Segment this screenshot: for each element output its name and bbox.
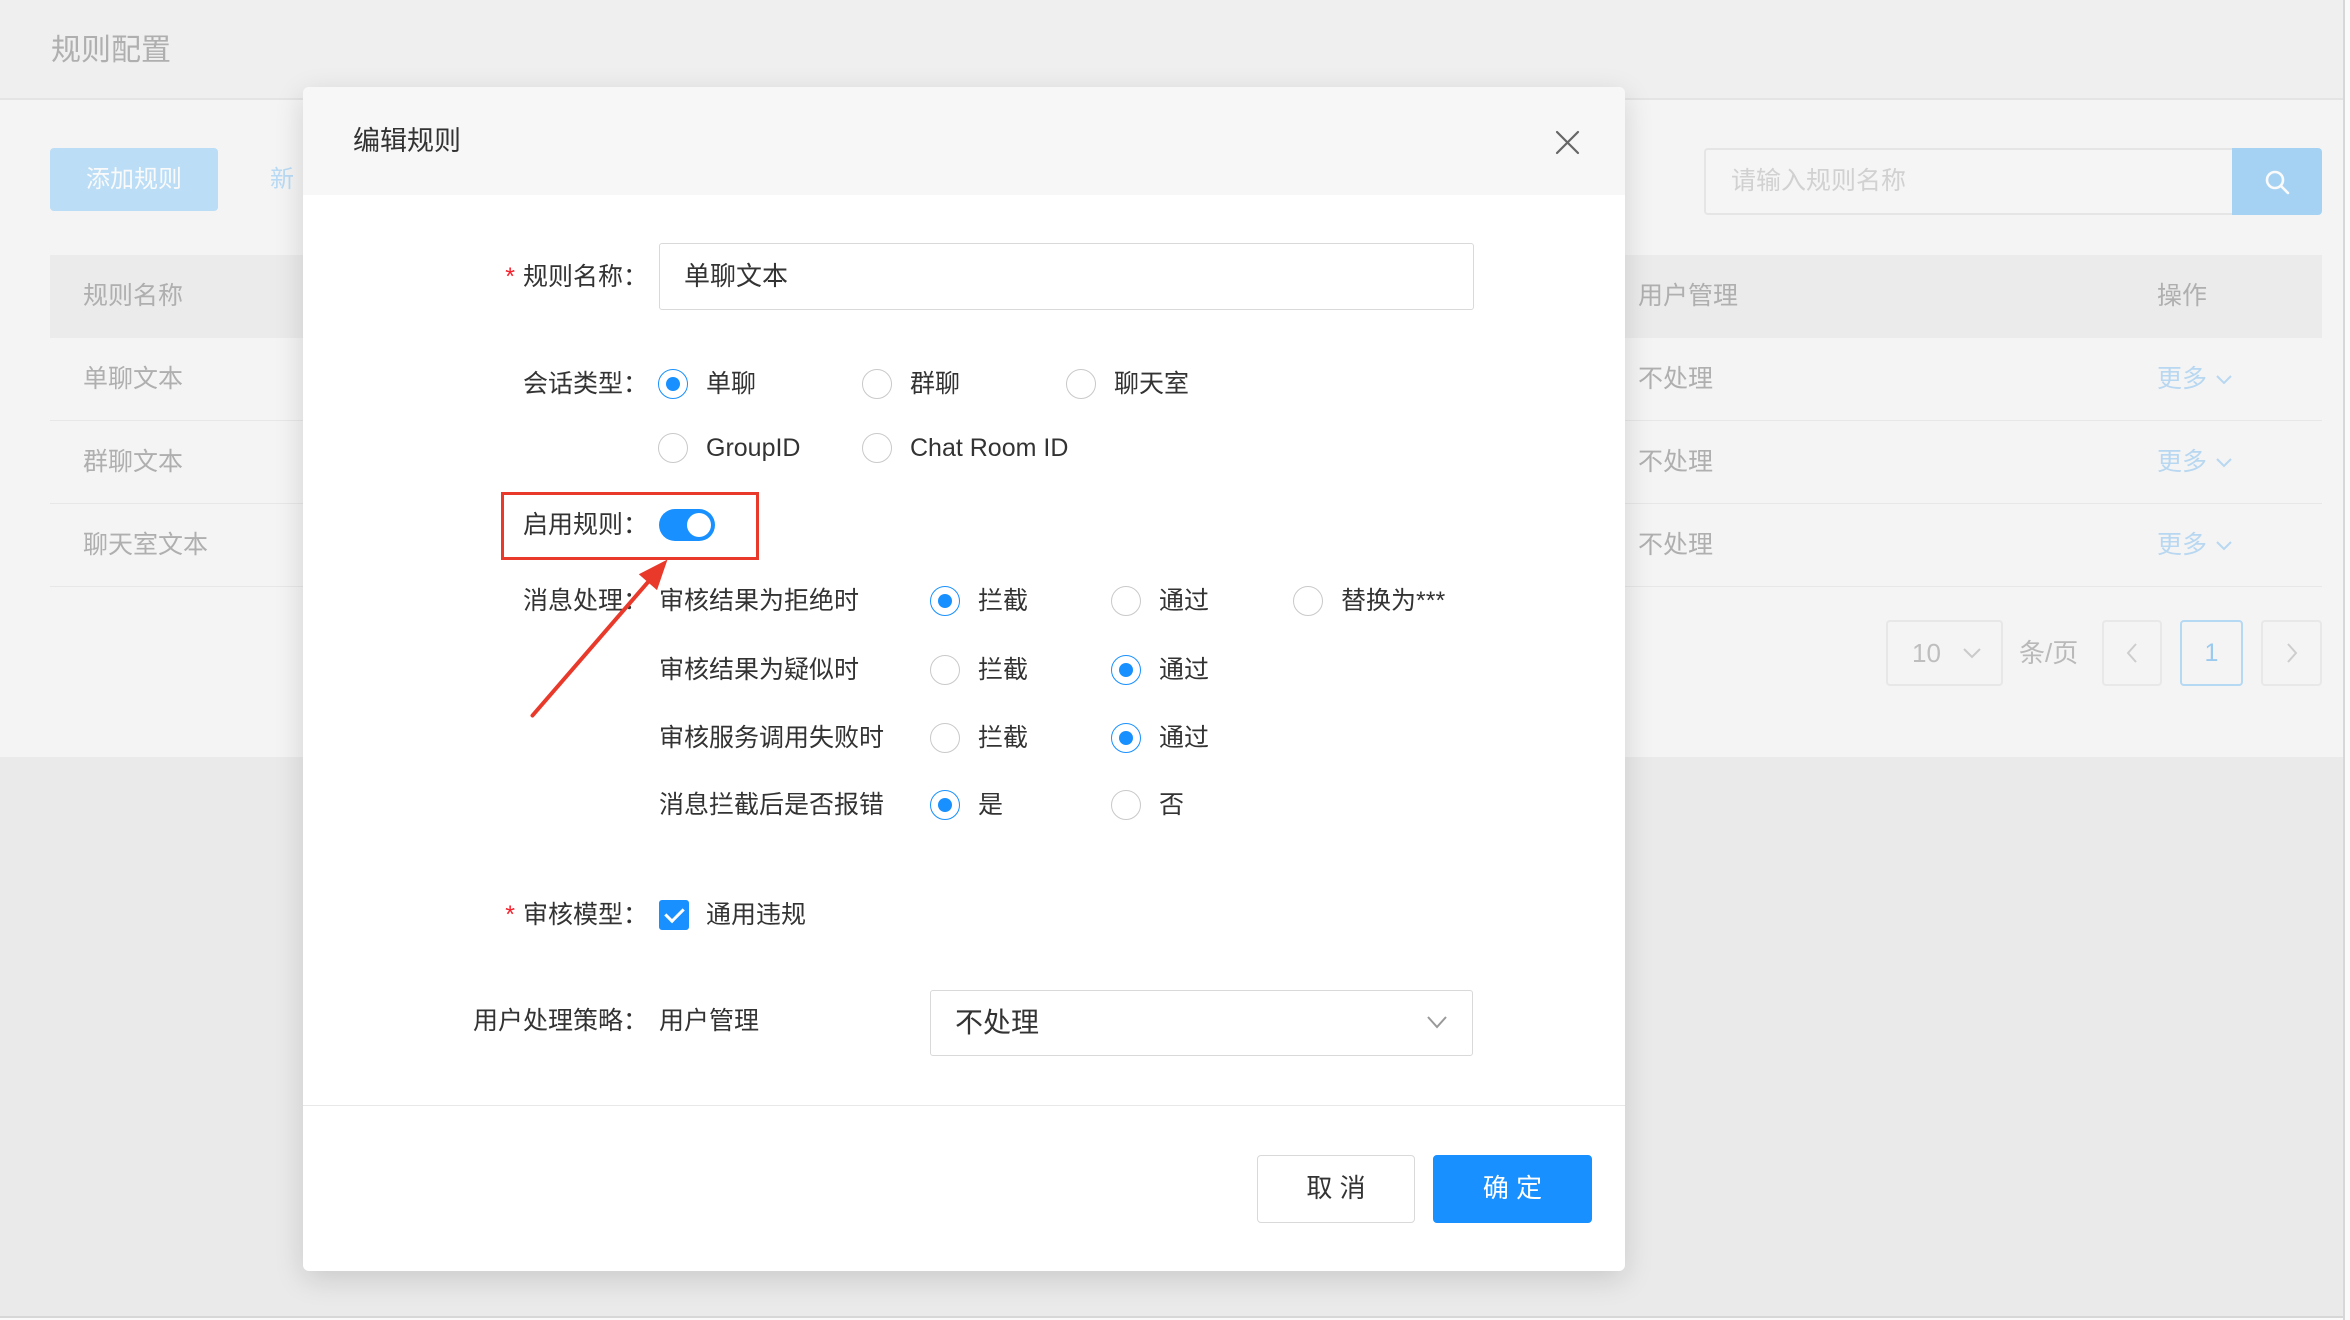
rule-name-label-text: 规则名称： xyxy=(522,263,648,291)
option-label: Chat Room ID xyxy=(910,434,1069,462)
chevron-down-icon xyxy=(1427,1016,1447,1029)
audit-model-label: * 审核模型： xyxy=(303,897,648,933)
annotation-highlight-box xyxy=(501,492,759,560)
required-mark: * xyxy=(505,901,515,929)
required-mark: * xyxy=(505,263,515,291)
user-management-select[interactable]: 不处理 xyxy=(930,990,1473,1056)
option-label: GroupID xyxy=(706,434,801,462)
suspect-result-label: 审核结果为疑似时 xyxy=(659,656,860,684)
radio-button[interactable] xyxy=(862,369,892,399)
dialog-header: 编辑规则 xyxy=(303,87,1625,195)
user-management-label: 用户管理 xyxy=(659,1007,760,1035)
radio-button[interactable] xyxy=(1111,586,1141,616)
radio-button[interactable] xyxy=(930,723,960,753)
radio-button[interactable] xyxy=(930,586,960,616)
option-label: 替换为*** xyxy=(1341,587,1446,615)
rule-name-label: * 规则名称： xyxy=(303,259,648,295)
page: 规则配置 添加规则 新 请输入规则名称 规则名称 用户管理 操作 单聊文本 不处… xyxy=(0,0,2350,1320)
suspect-option-block[interactable]: 拦截 xyxy=(930,655,1028,685)
option-label: 聊天室 xyxy=(1114,370,1190,398)
select-value: 不处理 xyxy=(955,1007,1040,1038)
confirm-button[interactable]: 确 定 xyxy=(1433,1155,1592,1223)
radio-button[interactable] xyxy=(1293,586,1323,616)
message-handling-label: 消息处理： xyxy=(522,587,648,615)
radio-button[interactable] xyxy=(862,433,892,463)
option-label: 拦截 xyxy=(978,656,1029,684)
radio-button[interactable] xyxy=(1111,790,1141,820)
suspect-option-pass[interactable]: 通过 xyxy=(1111,655,1209,685)
radio-button[interactable] xyxy=(930,790,960,820)
audit-model-label-text: 审核模型： xyxy=(522,901,648,929)
failure-option-block[interactable]: 拦截 xyxy=(930,723,1028,753)
option-label: 通过 xyxy=(1159,587,1210,615)
reject-option-replace[interactable]: 替换为*** xyxy=(1293,586,1445,616)
session-type-option-single-chat[interactable]: 单聊 xyxy=(658,369,756,399)
audit-model-checkbox[interactable] xyxy=(659,900,689,930)
session-type-option-chat-room[interactable]: 聊天室 xyxy=(1066,369,1189,399)
radio-button[interactable] xyxy=(1111,655,1141,685)
session-type-option-chat-room-id[interactable]: Chat Room ID xyxy=(862,433,1068,463)
radio-button[interactable] xyxy=(1066,369,1096,399)
radio-button[interactable] xyxy=(1111,723,1141,753)
error-option-no[interactable]: 否 xyxy=(1111,790,1184,820)
radio-button[interactable] xyxy=(658,433,688,463)
reject-option-block[interactable]: 拦截 xyxy=(930,586,1028,616)
failure-option-pass[interactable]: 通过 xyxy=(1111,723,1209,753)
session-type-option-group-id[interactable]: GroupID xyxy=(658,433,800,463)
user-policy-label: 用户处理策略： xyxy=(472,1007,648,1035)
service-failure-label: 审核服务调用失败时 xyxy=(659,724,885,752)
error-option-yes[interactable]: 是 xyxy=(930,790,1003,820)
option-label: 拦截 xyxy=(978,724,1029,752)
error-after-block-label: 消息拦截后是否报错 xyxy=(659,791,885,819)
option-label: 否 xyxy=(1159,791,1185,819)
rule-name-input[interactable]: 单聊文本 xyxy=(659,243,1474,310)
option-label: 群聊 xyxy=(910,370,961,398)
audit-model-option-label: 通用违规 xyxy=(706,901,807,929)
reject-option-pass[interactable]: 通过 xyxy=(1111,586,1209,616)
session-type-label: 会话类型： xyxy=(522,370,648,398)
option-label: 单聊 xyxy=(706,370,757,398)
option-label: 是 xyxy=(978,791,1004,819)
session-type-option-group-chat[interactable]: 群聊 xyxy=(862,369,960,399)
radio-button[interactable] xyxy=(930,655,960,685)
option-label: 通过 xyxy=(1159,724,1210,752)
edit-rule-dialog: 编辑规则 * 规则名称： 单聊文本 会话类型： 单聊 群聊 聊天室 GroupID xyxy=(303,87,1625,1271)
option-label: 通过 xyxy=(1159,656,1210,684)
reject-result-label: 审核结果为拒绝时 xyxy=(659,587,860,615)
dialog-title: 编辑规则 xyxy=(353,126,461,156)
radio-button[interactable] xyxy=(658,369,688,399)
footer-divider xyxy=(303,1105,1625,1106)
option-label: 拦截 xyxy=(978,587,1029,615)
cancel-button[interactable]: 取 消 xyxy=(1257,1155,1415,1223)
close-icon[interactable] xyxy=(1554,129,1581,156)
